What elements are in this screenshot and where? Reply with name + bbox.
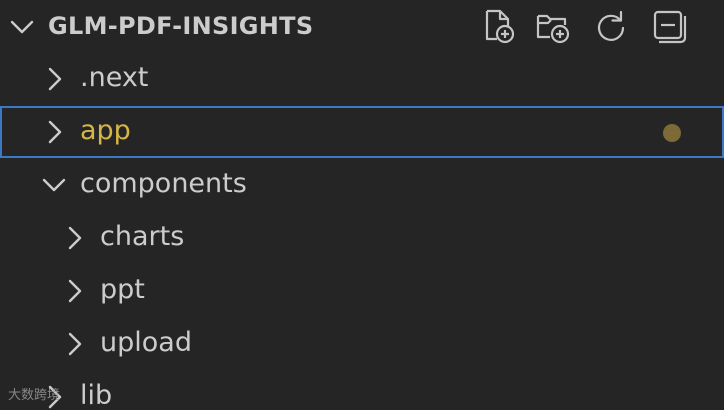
tree-item-label: upload: [100, 327, 192, 358]
tree-item-label: app: [80, 115, 131, 146]
new-file-icon[interactable]: [480, 7, 518, 45]
chevron-right-icon[interactable]: [62, 224, 86, 252]
chevron-right-icon[interactable]: [42, 65, 66, 93]
tree-item-app[interactable]: app: [0, 106, 724, 158]
tree-item-label: charts: [100, 221, 185, 252]
chevron-right-icon[interactable]: [62, 277, 86, 305]
explorer-title: GLM-PDF-INSIGHTS: [48, 12, 314, 40]
chevron-down-icon[interactable]: [8, 13, 36, 41]
chevron-right-icon[interactable]: [62, 330, 86, 358]
chevron-down-icon[interactable]: [40, 171, 68, 199]
tree-item-label: .next: [80, 62, 149, 93]
tree-item-label: components: [80, 168, 247, 199]
modified-dot-icon: [663, 124, 681, 142]
tree-item-lib[interactable]: lib: [0, 371, 724, 410]
watermark-text: 大数跨境: [8, 388, 61, 403]
tree-item-upload[interactable]: upload: [0, 318, 724, 370]
tree-item-label: lib: [80, 380, 113, 410]
new-folder-icon[interactable]: [534, 7, 572, 45]
chevron-right-icon[interactable]: [42, 118, 66, 146]
tree-item-ppt[interactable]: ppt: [0, 265, 724, 317]
explorer-section-header[interactable]: GLM-PDF-INSIGHTS: [0, 0, 724, 53]
refresh-icon[interactable]: [592, 7, 630, 45]
tree-item-components[interactable]: components: [0, 159, 724, 211]
tree-item-charts[interactable]: charts: [0, 212, 724, 264]
explorer-panel: GLM-PDF-INSIGHTS .next app components ch…: [0, 0, 724, 410]
collapse-all-icon[interactable]: [650, 7, 688, 45]
tree-item-next[interactable]: .next: [0, 53, 724, 105]
tree-item-label: ppt: [100, 274, 145, 305]
